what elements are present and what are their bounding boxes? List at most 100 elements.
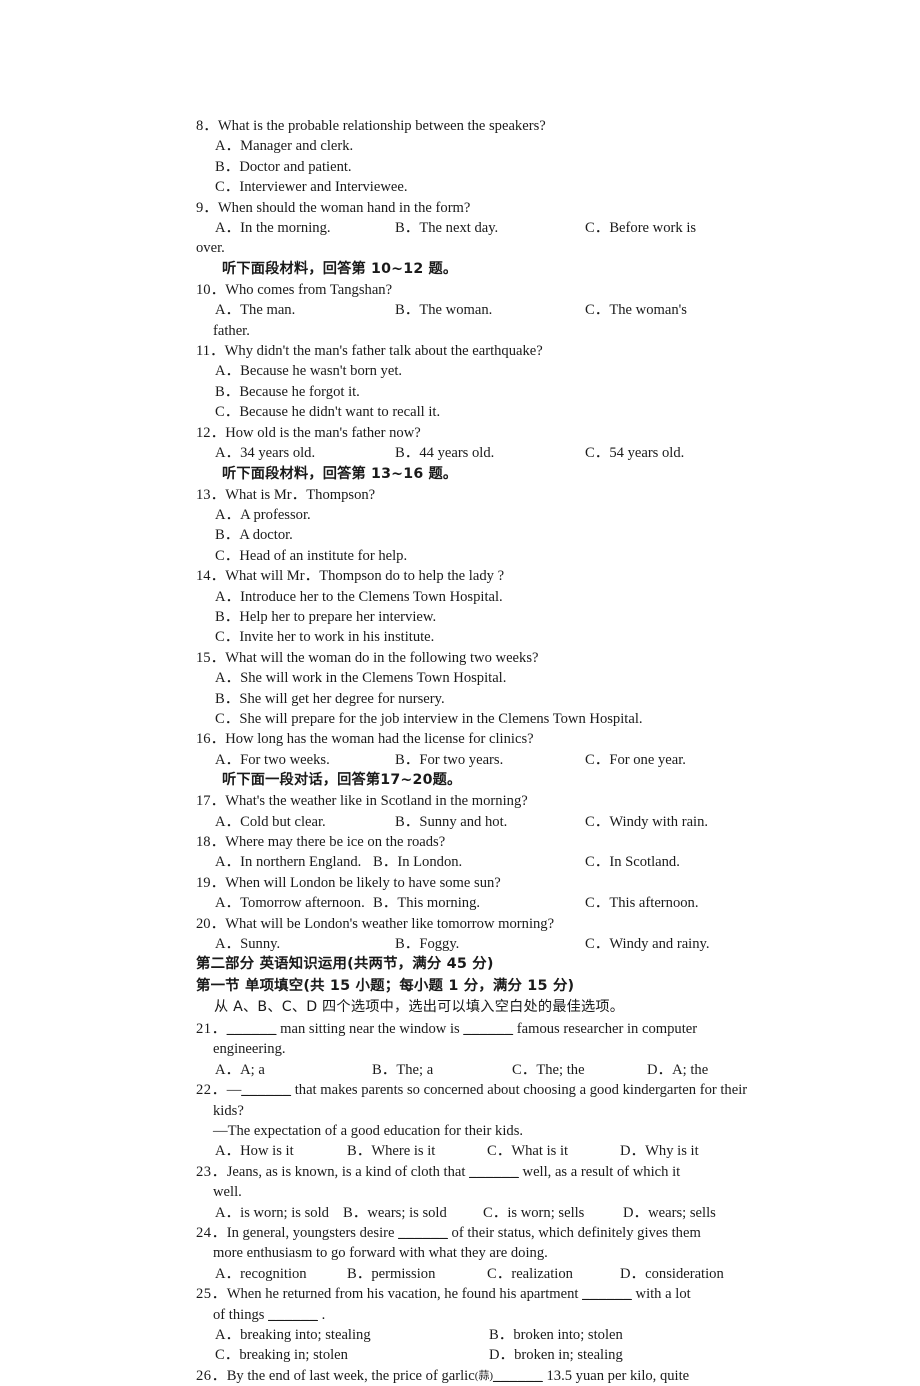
question-8-option-b[interactable]: B．Doctor and patient. bbox=[196, 157, 772, 177]
exam-page: 8．What is the probable relationship betw… bbox=[196, 116, 772, 1386]
question-24-option-a[interactable]: A．recognition bbox=[215, 1264, 347, 1284]
question-13-option-b[interactable]: B．A doctor. bbox=[196, 525, 772, 545]
question-23-text-1: Jeans, as is known, is a kind of cloth t… bbox=[226, 1163, 470, 1180]
question-25-wrap: of things ______ . bbox=[196, 1305, 772, 1325]
question-9-option-c[interactable]: C．Before work is bbox=[585, 218, 772, 238]
question-23-option-a[interactable]: A．is worn; is sold bbox=[215, 1203, 343, 1223]
question-9-option-a[interactable]: A．In the morning. bbox=[215, 218, 395, 238]
question-25-option-a[interactable]: A．breaking into; stealing bbox=[215, 1325, 489, 1345]
question-19-option-c[interactable]: C．This afternoon. bbox=[585, 893, 772, 913]
question-15-option-b[interactable]: B．She will get her degree for nursery. bbox=[196, 689, 772, 709]
question-25-number: 25． bbox=[196, 1286, 227, 1303]
question-12-option-b[interactable]: B．44 years old. bbox=[395, 443, 585, 463]
question-16-option-b[interactable]: B．For two years. bbox=[395, 750, 585, 770]
question-18-option-b[interactable]: B．In London. bbox=[373, 852, 585, 872]
question-9-option-b[interactable]: B．The next day. bbox=[395, 218, 585, 238]
question-19-option-a[interactable]: A．Tomorrow afternoon. bbox=[215, 893, 373, 913]
question-16-option-a[interactable]: A．For two weeks. bbox=[215, 750, 395, 770]
question-11-option-b[interactable]: B．Because he forgot it. bbox=[196, 382, 772, 402]
question-15-option-a[interactable]: A．She will work in the Clemens Town Hosp… bbox=[196, 668, 772, 688]
question-12-options: A．34 years old. B．44 years old. C．54 yea… bbox=[196, 443, 772, 463]
question-22-options: A．How is it B．Where is it C．What is it D… bbox=[196, 1141, 772, 1161]
question-15-stem: 15．What will the woman do in the followi… bbox=[196, 649, 539, 666]
question-11-option-a[interactable]: A．Because he wasn't born yet. bbox=[196, 361, 772, 381]
question-23-wrap: well. bbox=[213, 1184, 242, 1201]
question-22-blank[interactable]: ______ bbox=[241, 1082, 291, 1098]
question-9-stem: 9．When should the woman hand in the form… bbox=[196, 199, 471, 216]
question-11-option-c[interactable]: C．Because he didn't want to recall it. bbox=[196, 402, 772, 422]
question-20-option-c[interactable]: C．Windy and rainy. bbox=[585, 934, 772, 954]
question-23-number: 23． bbox=[196, 1163, 227, 1180]
question-24-option-c[interactable]: C．realization bbox=[487, 1264, 620, 1284]
question-12-option-a[interactable]: A．34 years old. bbox=[215, 443, 395, 463]
question-10-stem: 10．Who comes from Tangshan? bbox=[196, 281, 393, 298]
question-13-option-c[interactable]: C．Head of an institute for help. bbox=[196, 546, 772, 566]
question-13-option-a[interactable]: A．A professor. bbox=[196, 505, 772, 525]
question-21-blank-2[interactable]: ______ bbox=[463, 1021, 513, 1037]
question-24-option-d[interactable]: D．consideration bbox=[620, 1264, 772, 1284]
question-25-option-b[interactable]: B．broken into; stolen bbox=[489, 1325, 772, 1345]
question-22-dash: — bbox=[226, 1082, 242, 1099]
question-23-blank[interactable]: ______ bbox=[469, 1164, 519, 1180]
question-12-option-c[interactable]: C．54 years old. bbox=[585, 443, 772, 463]
question-26-blank[interactable]: ______ bbox=[493, 1368, 543, 1384]
question-19-stem: 19．When will London be likely to have so… bbox=[196, 874, 501, 891]
question-22-option-d[interactable]: D．Why is it bbox=[620, 1141, 772, 1161]
question-24-option-b[interactable]: B．permission bbox=[347, 1264, 487, 1284]
question-19-option-b[interactable]: B．This morning. bbox=[373, 893, 585, 913]
question-17-option-c[interactable]: C．Windy with rain. bbox=[585, 812, 772, 832]
question-21-blank-1[interactable]: ______ bbox=[227, 1021, 277, 1037]
question-26-text-1: By the end of last week, the price of ga… bbox=[226, 1367, 475, 1384]
question-14-option-a[interactable]: A．Introduce her to the Clemens Town Hosp… bbox=[196, 587, 772, 607]
question-17-option-a[interactable]: A．Cold but clear. bbox=[215, 812, 395, 832]
question-10-options: A．The man. B．The woman. C．The woman's bbox=[196, 300, 772, 320]
listening-cue-10-12: 听下面段材料，回答第 10~12 题。 bbox=[222, 260, 458, 277]
question-22-option-b[interactable]: B．Where is it bbox=[347, 1141, 487, 1161]
question-25-blank-1[interactable]: ______ bbox=[582, 1286, 632, 1302]
question-10-option-c-wrap: father. bbox=[213, 322, 250, 339]
question-25-options-row-1: A．breaking into; stealing B．broken into;… bbox=[196, 1325, 772, 1345]
question-22-stem: 22．—______ that makes parents so concern… bbox=[196, 1080, 772, 1100]
question-24-number: 24． bbox=[196, 1225, 227, 1241]
question-21-option-d[interactable]: D．A; the bbox=[647, 1060, 772, 1080]
question-24-options: A．recognition B．permission C．realization… bbox=[196, 1264, 772, 1284]
question-24-wrap: more enthusiasm to go forward with what … bbox=[213, 1245, 548, 1262]
question-24-text-2: of their status, which definitely gives … bbox=[447, 1225, 701, 1241]
question-25-option-c[interactable]: C．breaking in; stolen bbox=[215, 1345, 489, 1365]
question-25-text-2: with a lot bbox=[631, 1286, 691, 1303]
question-24-blank[interactable]: ______ bbox=[398, 1225, 448, 1241]
question-18-option-c[interactable]: C．In Scotland. bbox=[585, 852, 772, 872]
question-23-text-2: well, as a result of which it bbox=[518, 1163, 681, 1180]
question-25-option-d[interactable]: D．broken in; stealing bbox=[489, 1345, 772, 1365]
part-two-heading: 第二部分 英语知识运用(共两节，满分 45 分) bbox=[196, 956, 494, 973]
question-22-option-c[interactable]: C．What is it bbox=[487, 1141, 620, 1161]
question-9-options: A．In the morning. B．The next day. C．Befo… bbox=[196, 218, 772, 238]
question-20-option-b[interactable]: B．Foggy. bbox=[395, 934, 585, 954]
question-21-stem: 21．______ man sitting near the window is… bbox=[196, 1019, 772, 1039]
question-20-option-a[interactable]: A．Sunny. bbox=[215, 934, 395, 954]
question-14-stem: 14．What will Mr．Thompson do to help the … bbox=[196, 568, 505, 585]
question-23-option-c[interactable]: C．is worn; sells bbox=[483, 1203, 623, 1223]
question-22-option-a[interactable]: A．How is it bbox=[215, 1141, 347, 1161]
question-25-blank-2[interactable]: ______ bbox=[268, 1307, 318, 1323]
question-18-option-a[interactable]: A．In northern England. bbox=[215, 852, 373, 872]
question-22-answer-line: —The expectation of a good education for… bbox=[213, 1122, 524, 1139]
question-14-option-c[interactable]: C．Invite her to work in his institute. bbox=[196, 627, 772, 647]
question-14-option-b[interactable]: B．Help her to prepare her interview. bbox=[196, 607, 772, 627]
question-10-option-c[interactable]: C．The woman's bbox=[585, 300, 772, 320]
question-21-option-c[interactable]: C．The; the bbox=[512, 1060, 647, 1080]
question-8-option-a[interactable]: A．Manager and clerk. bbox=[196, 136, 772, 156]
question-16-stem: 16．How long has the woman had the licens… bbox=[196, 731, 534, 748]
question-15-option-c[interactable]: C．She will prepare for the job interview… bbox=[196, 709, 772, 729]
question-23-option-d[interactable]: D．wears; sells bbox=[623, 1203, 772, 1223]
question-21-option-b[interactable]: B．The; a bbox=[372, 1060, 512, 1080]
question-21-wrap: engineering. bbox=[213, 1041, 286, 1058]
question-10-option-b[interactable]: B．The woman. bbox=[395, 300, 585, 320]
question-17-option-b[interactable]: B．Sunny and hot. bbox=[395, 812, 585, 832]
question-10-option-a[interactable]: A．The man. bbox=[215, 300, 395, 320]
question-17-stem: 17．What's the weather like in Scotland i… bbox=[196, 793, 528, 810]
question-8-option-c[interactable]: C．Interviewer and Interviewee. bbox=[196, 177, 772, 197]
question-21-option-a[interactable]: A．A; a bbox=[215, 1060, 372, 1080]
question-23-option-b[interactable]: B．wears; is sold bbox=[343, 1203, 483, 1223]
question-16-option-c[interactable]: C．For one year. bbox=[585, 750, 772, 770]
